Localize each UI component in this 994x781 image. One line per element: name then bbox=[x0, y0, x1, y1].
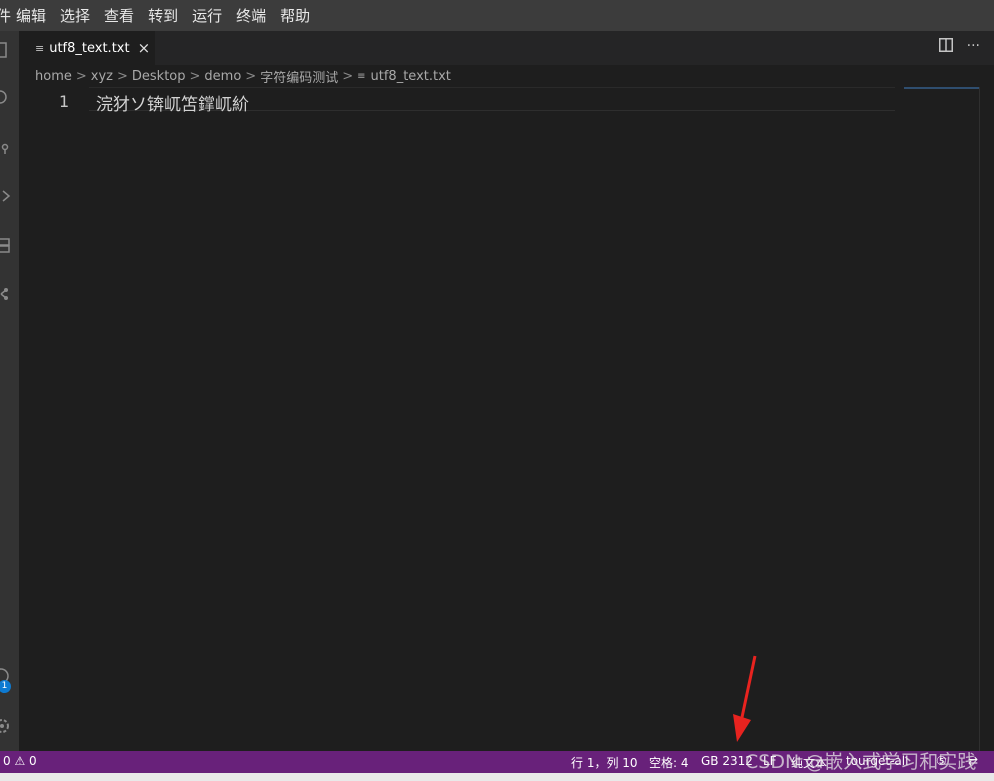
menu-view[interactable]: 查看 bbox=[104, 5, 134, 26]
split-editor-icon[interactable] bbox=[938, 38, 953, 56]
end-of-line[interactable]: LF bbox=[763, 754, 777, 768]
menu-help[interactable]: 帮助 bbox=[280, 5, 310, 26]
text-file-icon: ≡ bbox=[35, 41, 45, 55]
red-arrow-annotation bbox=[733, 655, 757, 742]
vertical-scrollbar[interactable] bbox=[979, 87, 980, 751]
line-number: 1 bbox=[59, 92, 70, 111]
settings-gear-icon[interactable] bbox=[0, 716, 11, 736]
problems-indicator[interactable]: 0 ⚠ 0 bbox=[3, 754, 37, 768]
breadcrumb-file[interactable]: utf8_text.txt bbox=[371, 69, 451, 84]
source-control-icon[interactable] bbox=[0, 137, 11, 157]
more-actions-icon[interactable]: ··· bbox=[967, 38, 980, 56]
run-debug-icon[interactable] bbox=[0, 186, 11, 206]
search-icon[interactable] bbox=[0, 88, 11, 108]
explorer-icon[interactable] bbox=[0, 40, 11, 60]
breadcrumb-demo[interactable]: demo bbox=[204, 69, 241, 84]
editor-area[interactable]: 1 浣犲ソ锛屼笘鐣屼紒 bbox=[19, 87, 994, 751]
window-bottom-edge bbox=[0, 773, 994, 781]
breadcrumb: home > xyz > Desktop > demo > 字符编码测试 > ≡… bbox=[35, 65, 451, 87]
breadcrumb-encoding-test[interactable]: 字符编码测试 bbox=[260, 67, 338, 86]
account-badge: 1 bbox=[0, 680, 11, 693]
indentation[interactable]: 空格: 4 bbox=[649, 754, 689, 771]
chevron-right-icon: > bbox=[116, 68, 128, 84]
breadcrumb-home[interactable]: home bbox=[35, 69, 72, 84]
text-file-icon: ≡ bbox=[357, 70, 366, 82]
menu-edit[interactable]: 编辑 bbox=[16, 5, 46, 26]
tab-utf8-text[interactable]: ≡ utf8_text.txt × bbox=[19, 31, 155, 65]
notifications-icon[interactable]: ⇄ bbox=[968, 754, 978, 768]
minimap-slider[interactable] bbox=[904, 87, 979, 89]
menu-go[interactable]: 转到 bbox=[148, 5, 178, 26]
close-tab-icon[interactable]: × bbox=[138, 39, 151, 57]
menu-selection[interactable]: 选择 bbox=[60, 5, 90, 26]
editor-actions: ··· bbox=[938, 38, 980, 56]
menu-run[interactable]: 运行 bbox=[192, 5, 222, 26]
menu-terminal[interactable]: 终端 bbox=[236, 5, 266, 26]
language-mode[interactable]: 纯文本 bbox=[791, 754, 827, 771]
breadcrumb-xyz[interactable]: xyz bbox=[91, 69, 113, 84]
chevron-right-icon: > bbox=[245, 68, 257, 84]
feedback-icon[interactable]: ⑤ bbox=[936, 754, 947, 768]
chevron-right-icon: > bbox=[342, 68, 354, 84]
tab-label: utf8_text.txt bbox=[49, 40, 130, 56]
status-bar: 0 ⚠ 0 行 1，列 10 空格: 4 GB 2312 LF 纯文本 tour… bbox=[0, 751, 994, 773]
extension-status[interactable]: tourget-all bbox=[846, 754, 908, 768]
menu-file[interactable]: 件 bbox=[0, 5, 11, 26]
activity-bar: 1 bbox=[0, 31, 19, 751]
tab-bar: ≡ utf8_text.txt × ··· bbox=[19, 31, 994, 65]
line-text[interactable]: 浣犲ソ锛屼笘鐣屼紒 bbox=[96, 90, 249, 115]
menu-bar: 件 编辑 选择 查看 转到 运行 终端 帮助 bbox=[0, 0, 994, 31]
chevron-right-icon: > bbox=[189, 68, 201, 84]
chevron-right-icon: > bbox=[75, 68, 87, 84]
breadcrumb-desktop[interactable]: Desktop bbox=[132, 69, 186, 84]
file-encoding[interactable]: GB 2312 bbox=[701, 754, 753, 768]
remote-icon[interactable] bbox=[0, 284, 11, 304]
cursor-position[interactable]: 行 1，列 10 bbox=[571, 754, 638, 771]
extensions-icon[interactable] bbox=[0, 235, 11, 255]
